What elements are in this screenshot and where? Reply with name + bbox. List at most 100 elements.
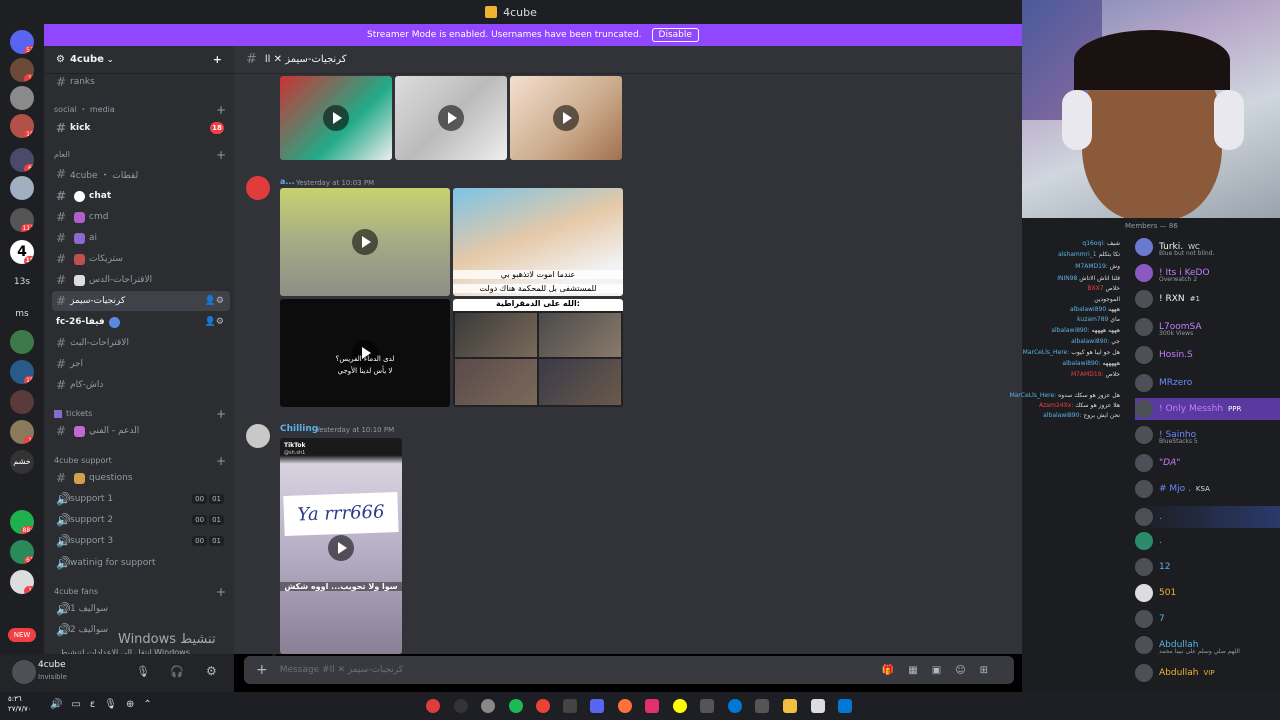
server-icon[interactable]: 13s: [10, 270, 34, 294]
chrome-icon[interactable]: [536, 699, 550, 713]
server-icon[interactable]: [10, 390, 34, 414]
snapchat-icon[interactable]: [673, 699, 687, 713]
spotify-icon[interactable]: [509, 699, 523, 713]
avatar[interactable]: [246, 424, 270, 448]
category-general[interactable]: العام +: [54, 148, 230, 162]
app-icon[interactable]: [700, 699, 714, 713]
member-item[interactable]: ! Sainho BlueStacks 5: [1135, 424, 1280, 446]
channel-cringe-sims[interactable]: # كرنجيات-سيمز 👤⚙: [52, 291, 230, 311]
member-item[interactable]: "DA": [1135, 452, 1280, 474]
channel-fc26[interactable]: fc-26-فيفا 👤⚙: [52, 312, 230, 332]
member-item[interactable]: 501: [1135, 582, 1280, 604]
member-item[interactable]: ! RXN #1: [1135, 288, 1280, 310]
server-icon[interactable]: 18: [10, 114, 34, 138]
app-icon[interactable]: [811, 699, 825, 713]
play-icon[interactable]: [553, 105, 579, 131]
channel-ranks[interactable]: # ranks: [52, 72, 230, 92]
settings-icon[interactable]: [481, 699, 495, 713]
channel-questions[interactable]: # questions: [52, 468, 230, 488]
add-attachment-icon[interactable]: +: [256, 662, 268, 678]
channel-kick[interactable]: # kick 18: [52, 118, 230, 138]
member-item[interactable]: 7: [1135, 608, 1280, 630]
channel-dashcam[interactable]: # داش-كام: [52, 375, 230, 395]
play-icon[interactable]: [352, 229, 378, 255]
video-attachment[interactable]: [395, 76, 507, 160]
member-item[interactable]: .: [1135, 506, 1280, 528]
message-author[interactable]: Chilling: [280, 424, 318, 434]
member-item[interactable]: # Mjo . KSA: [1135, 478, 1280, 500]
voice-chitchat-1[interactable]: 🔊 سواليف 1: [52, 599, 230, 619]
channel-suggestions-discord[interactable]: # الاقتراحات-الدس: [52, 270, 230, 290]
member-item[interactable]: .: [1135, 530, 1280, 552]
windows-start-icon[interactable]: [838, 699, 852, 713]
new-badge[interactable]: NEW: [8, 628, 36, 642]
message-composer[interactable]: + Message #كرنجيات-سيمز ✕ اا 🎁▦▣☺⊞: [244, 656, 1014, 684]
video-attachment[interactable]: لدى الدماء الفريس؟ لا يأس لدينا الأوجي: [280, 299, 450, 407]
app-icon[interactable]: [755, 699, 769, 713]
home-icon[interactable]: 53: [10, 30, 34, 54]
channel-settings-icon[interactable]: 👤⚙: [205, 317, 224, 327]
clock-time[interactable]: ٥:٣٦: [8, 695, 22, 703]
clock-date[interactable]: ٢٧/٧/٧٠: [8, 705, 32, 713]
server-icon[interactable]: 111: [10, 208, 34, 232]
message-input[interactable]: Message #كرنجيات-سيمز ✕ اا: [280, 665, 403, 675]
server-header[interactable]: ⚙ 4cube ⌄ +: [44, 46, 234, 74]
channel-suggestions-stream[interactable]: # الاقتراحات-البث: [52, 333, 230, 353]
add-member-icon[interactable]: +: [213, 53, 222, 66]
channel-ajr[interactable]: # اجر: [52, 354, 230, 374]
server-icon[interactable]: 1: [10, 570, 34, 594]
channel-settings-icon[interactable]: 👤⚙: [205, 296, 224, 306]
channel-cmd[interactable]: # cmd: [52, 207, 230, 227]
channel-chat[interactable]: # chat: [52, 186, 230, 206]
category-social-media[interactable]: social ・ media +: [54, 103, 230, 117]
video-attachment[interactable]: [510, 76, 622, 160]
add-channel-icon[interactable]: +: [216, 585, 226, 599]
category-tickets[interactable]: tickets +: [54, 407, 230, 421]
headphones-icon[interactable]: 🎧: [170, 665, 184, 678]
add-channel-icon[interactable]: +: [216, 407, 226, 421]
server-icon[interactable]: [10, 330, 34, 354]
server-icon[interactable]: 884: [10, 510, 34, 534]
category-4cube-fans[interactable]: 4cube fans +: [54, 585, 230, 599]
play-icon[interactable]: [328, 535, 354, 561]
add-channel-icon[interactable]: +: [216, 454, 226, 468]
server-icon[interactable]: ms: [10, 302, 34, 326]
channel-ai[interactable]: # ai: [52, 228, 230, 248]
server-icon[interactable]: خشم: [10, 450, 34, 474]
server-icon[interactable]: 18: [10, 360, 34, 384]
voice-waiting-support[interactable]: 🔊 watinig for support: [52, 553, 230, 573]
play-icon[interactable]: [438, 105, 464, 131]
add-channel-icon[interactable]: +: [216, 148, 226, 162]
channel-streaks[interactable]: # ستريكات: [52, 249, 230, 269]
avatar[interactable]: [12, 660, 36, 684]
gear-icon[interactable]: ⚙: [206, 664, 217, 678]
disable-streamer-mode-button[interactable]: Disable: [651, 28, 699, 42]
avatar[interactable]: [246, 176, 270, 200]
member-item[interactable]: Turki. WC Blue but not blind.: [1135, 236, 1280, 258]
video-attachment[interactable]: TikTok @sh.sh1 Ya rrr666 سوا ولا تحويب..…: [280, 438, 402, 654]
category-4cube-support[interactable]: 4cube support +: [54, 454, 230, 468]
message-author[interactable]: a...: [280, 177, 295, 186]
server-icon[interactable]: [10, 176, 34, 200]
composer-tools-icon[interactable]: 🎁▦▣☺⊞: [882, 665, 1002, 676]
server-icon[interactable]: 61: [10, 540, 34, 564]
microphone-icon[interactable]: 🎙: [136, 665, 150, 678]
edge-icon[interactable]: [728, 699, 742, 713]
media-icon[interactable]: [454, 699, 468, 713]
member-item[interactable]: Hosin.S: [1135, 344, 1280, 366]
discord-icon[interactable]: [590, 699, 604, 713]
member-item[interactable]: ! Its i KeDO Overwatch 2: [1135, 262, 1280, 284]
folder-icon[interactable]: [783, 699, 797, 713]
firefox-icon[interactable]: [618, 699, 632, 713]
tray-icons[interactable]: 🔊▭ɛ🎙⊕⌃: [50, 699, 161, 710]
member-item[interactable]: MRzero: [1135, 372, 1280, 394]
server-icon[interactable]: [10, 86, 34, 110]
channel-clips[interactable]: #4cube ・ لقطات: [52, 164, 230, 184]
video-attachment[interactable]: [280, 188, 450, 296]
server-icon[interactable]: 4 18: [10, 240, 34, 264]
voice-support-2[interactable]: 🔊 support 2 00 01: [52, 510, 230, 530]
member-item[interactable]: ! Only Messhh PPR: [1135, 398, 1280, 420]
app-icon[interactable]: [426, 699, 440, 713]
channel-tech-support[interactable]: # الدعم - الفني: [52, 421, 230, 441]
instagram-icon[interactable]: [645, 699, 659, 713]
